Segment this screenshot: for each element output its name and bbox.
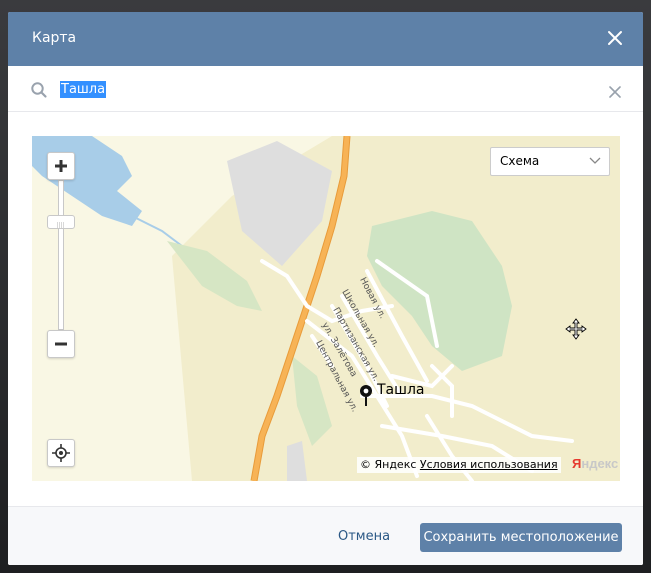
search-selected-text: Ташла [60,81,107,98]
search-input[interactable] [60,77,580,99]
dialog-footer: Отмена Сохранить местоположение [8,506,643,565]
map-pin-icon[interactable] [359,384,373,406]
plus-icon [55,160,67,172]
zoom-track [58,180,64,330]
chevron-down-icon [589,157,601,164]
map-layer-label: Схема [500,154,540,168]
map-attribution: © Яндекс Условия использования [357,457,561,473]
save-location-button[interactable]: Сохранить местоположение [420,523,622,552]
close-button[interactable] [603,26,627,50]
map-terrain [32,136,620,481]
place-label: Ташла [377,382,425,398]
terms-of-use-link[interactable]: Условия использования [420,458,558,471]
yandex-logo-text: ндекс [581,456,619,471]
attribution-copyright: © Яндекс [360,458,417,471]
zoom-out-button[interactable] [47,330,75,358]
crosshair-icon [52,444,70,462]
zoom-slider-thumb[interactable] [47,215,75,229]
zoom-in-button[interactable] [47,152,75,180]
close-icon [608,31,622,45]
map-canvas[interactable]: Новая ул. Школьная ул. Партизанская ул. … [32,136,620,481]
yandex-logo[interactable]: Яндекс [572,456,618,471]
clear-search-button[interactable] [609,83,621,98]
map-dialog: Карта Ташла Ташла Новая ул. Школьная ул.… [8,12,643,565]
grip-icon [57,222,65,228]
cancel-button[interactable]: Отмена [338,529,390,544]
move-cursor-icon [565,318,587,340]
map-water [32,136,142,226]
yandex-logo-letter: Я [572,456,582,471]
dialog-header: Карта [8,12,643,66]
map-layer-select[interactable]: Схема [490,147,610,176]
dialog-title: Карта [32,30,77,46]
minus-icon [55,342,67,346]
clear-icon [609,86,621,98]
search-icon [31,82,47,98]
geolocation-button[interactable] [47,439,75,467]
